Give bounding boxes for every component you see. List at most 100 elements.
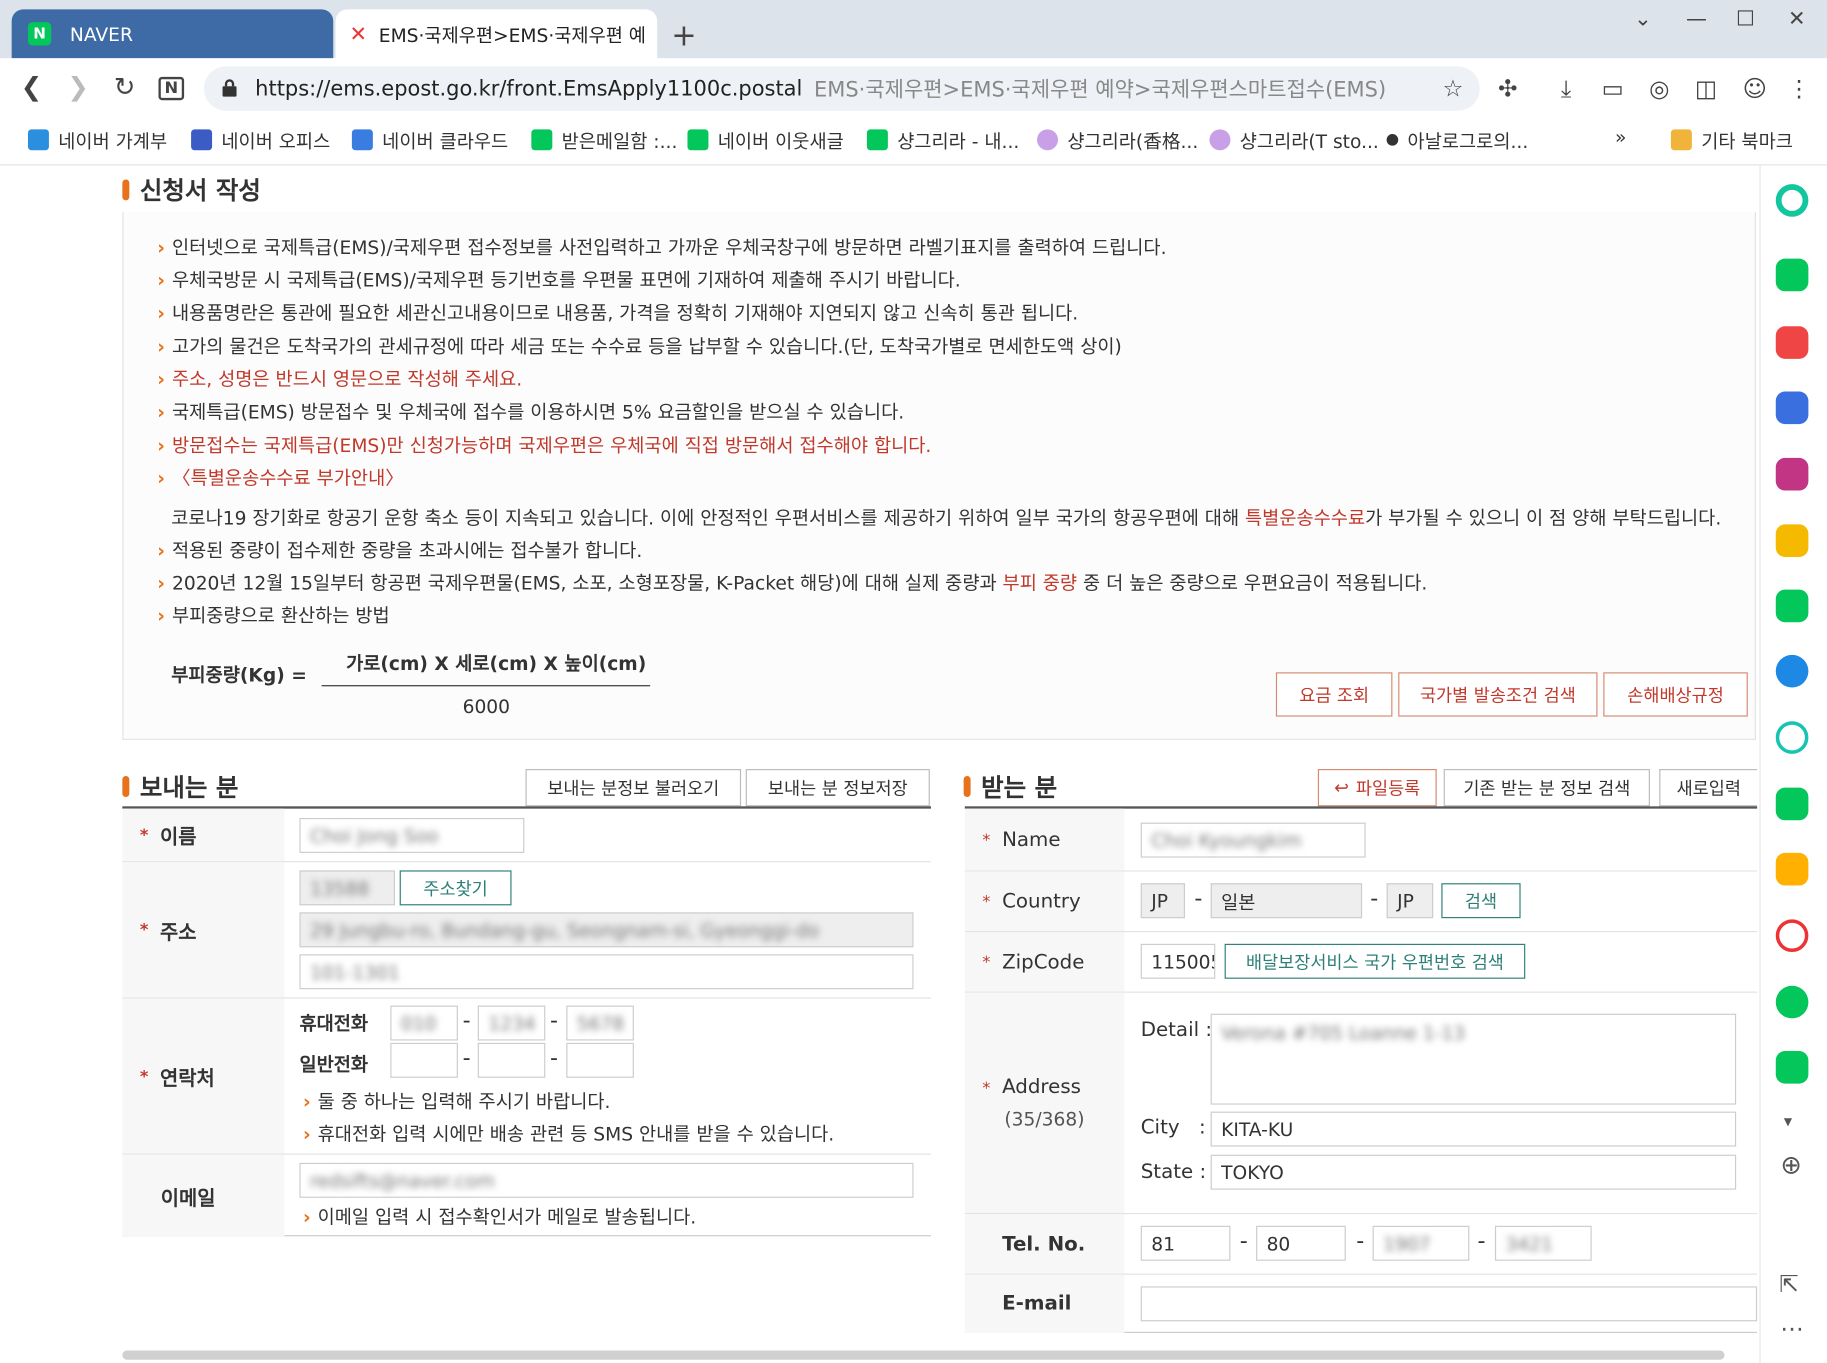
new-receiver-button[interactable]: 새로입력 — [1659, 769, 1758, 807]
mobile-part2-input[interactable]: 1234 — [477, 1005, 546, 1041]
mobile-part3-input[interactable]: 5678 — [566, 1005, 634, 1041]
address-search-button[interactable]: 주소찾기 — [399, 870, 512, 906]
extensions-icon[interactable]: ✣ — [1491, 72, 1524, 105]
load-sender-button[interactable]: 보내는 분정보 불러오기 — [525, 769, 742, 807]
phone-part3-input[interactable] — [566, 1042, 634, 1078]
sender-address1-input[interactable]: 29 Jungbu-ro, Bundang-gu, Seongnam-si, G… — [299, 912, 914, 948]
download-icon[interactable]: ⤓ — [1550, 72, 1583, 105]
formula-divider — [321, 685, 651, 687]
side-pocket-icon[interactable] — [1775, 326, 1809, 359]
side-map-icon[interactable] — [1775, 985, 1809, 1019]
side-more-icon[interactable]: ▾ — [1784, 1113, 1792, 1132]
receiver-address-row: * Address (35/368) Detail : Verona #705 L… — [964, 992, 1758, 1215]
bookmark-item[interactable]: 네이버 클라우드 — [351, 126, 508, 154]
country-conditions-button[interactable]: 국가별 발송조건 검색 — [1398, 672, 1598, 717]
side-papago-icon[interactable] — [1775, 654, 1809, 688]
receiver-name-row: * Name Choi Kyoungkim — [964, 808, 1758, 872]
bookmark-item[interactable]: 샹그리라(香格... — [1037, 126, 1198, 154]
sender-address2-input[interactable]: 101-1301 — [299, 954, 914, 990]
profile-avatar[interactable]: ☺ — [1738, 72, 1771, 105]
close-window-icon[interactable]: ✕ — [1773, 7, 1820, 31]
sender-contact-row: *연락처 휴대전화 010 - 1234 - 5678 일반전화 - - 둘 중… — [122, 998, 931, 1155]
phone-part1-input[interactable] — [390, 1042, 458, 1078]
city-input[interactable]: KITA-KU — [1210, 1111, 1737, 1147]
minimize-icon[interactable]: — — [1673, 7, 1720, 31]
more-bookmarks-icon[interactable]: » — [1615, 126, 1626, 148]
horizontal-scrollbar[interactable] — [122, 1350, 1725, 1360]
covid-notice: 코로나19 장기화로 항공기 운항 축소 등이 지속되고 있습니다. 이에 안정… — [171, 506, 1722, 530]
side-home-icon[interactable] — [1775, 184, 1809, 217]
detail-textarea[interactable]: Verona #705 Loanne 1-13 — [1210, 1013, 1737, 1105]
receiver-zip-input[interactable]: 115005 — [1140, 943, 1216, 979]
phone-part2-input[interactable] — [477, 1042, 546, 1078]
cloud-icon — [351, 129, 373, 151]
side-square-icon[interactable] — [1775, 589, 1809, 623]
sender-zip-input[interactable]: 13588 — [299, 870, 396, 906]
side-instagram-icon[interactable] — [1775, 457, 1809, 491]
sender-address-row: * 주소 13588 주소찾기 29 Jungbu-ro, Bundang-gu,… — [122, 862, 931, 999]
butterfly-icon — [1209, 129, 1231, 151]
country-name-input[interactable]: 일본 — [1210, 883, 1363, 919]
mobile-part1-input[interactable]: 010 — [390, 1005, 458, 1041]
sender-name-input[interactable]: Choi Jong Soo — [299, 817, 525, 853]
side-play-icon[interactable] — [1775, 721, 1809, 754]
sender-email-input[interactable]: redsifts@naver.com — [299, 1162, 914, 1198]
bookmark-item[interactable]: 네이버 오피스 — [191, 126, 330, 154]
bookmark-item[interactable]: 받은메일함 :... — [531, 126, 677, 154]
reload-icon[interactable]: ↻ — [107, 72, 142, 107]
address-bar[interactable]: https://ems.epost.go.kr/front.EmsApply11… — [203, 66, 1480, 111]
menu-icon[interactable]: ⋮ — [1783, 72, 1816, 105]
formula-numerator: 가로(cm) X 세로(cm) X 높이(cm) — [346, 652, 647, 675]
side-star-icon[interactable] — [1775, 524, 1809, 557]
receiver-name-input[interactable]: Choi Kyoungkim — [1140, 822, 1366, 858]
new-tab-button[interactable]: + — [669, 19, 699, 54]
zip-search-button[interactable]: 배달보장서비스 국가 우편번호 검색 — [1224, 943, 1526, 979]
blog-icon — [687, 129, 709, 151]
email-note: 이메일 입력 시 접수확인서가 메일로 발송됩니다. — [303, 1201, 697, 1229]
rate-lookup-button[interactable]: 요금 조회 — [1275, 672, 1393, 717]
side-cup-icon[interactable] — [1775, 787, 1809, 821]
tab-ems[interactable]: ✕ EMS·국제우편>EMS·국제우편 예 — [335, 9, 658, 59]
side-add-icon[interactable]: ⊕ — [1780, 1151, 1801, 1180]
receiver-email-input[interactable] — [1140, 1286, 1758, 1322]
bookmark-item[interactable]: 샹그리라(T sto... — [1209, 126, 1379, 154]
lock-icon[interactable] — [221, 78, 237, 97]
tab-naver[interactable]: N NAVER — [11, 9, 334, 59]
side-alarm-icon[interactable] — [1775, 258, 1809, 292]
save-sender-button[interactable]: 보내는 분 정보저장 — [745, 769, 930, 807]
bookmark-star-icon[interactable]: ☆ — [1437, 72, 1470, 105]
screenshot-icon[interactable]: ◎ — [1643, 72, 1676, 105]
blog-icon — [866, 129, 888, 151]
tel-part1-input[interactable]: 81 — [1140, 1225, 1231, 1261]
capture-icon[interactable]: ▭ — [1596, 72, 1629, 105]
sidebar-toggle-icon[interactable]: ◫ — [1690, 72, 1723, 105]
side-menu-icon[interactable]: ⋯ — [1780, 1314, 1803, 1342]
file-upload-button[interactable]: ↩ 파일등록 — [1317, 769, 1437, 807]
bookmark-item[interactable]: 네이버 가계부 — [27, 126, 167, 154]
back-icon[interactable]: ❮ — [14, 72, 49, 107]
naver-home-icon[interactable]: N — [154, 72, 189, 107]
state-input[interactable]: TOKYO — [1210, 1154, 1737, 1190]
butterfly-icon — [1037, 129, 1059, 151]
maximize-icon[interactable]: ☐ — [1722, 7, 1769, 31]
country-code-input[interactable]: JP — [1140, 883, 1186, 919]
tel-part2-input[interactable]: 80 — [1256, 1225, 1346, 1261]
tab-search-icon[interactable]: ⌄ — [1620, 7, 1667, 31]
country-code2-input[interactable]: JP — [1386, 883, 1434, 919]
side-blog-icon[interactable] — [1775, 1051, 1809, 1084]
damage-policy-button[interactable]: 손해배상규정 — [1603, 672, 1748, 717]
tel-part3-input[interactable]: 1907 — [1372, 1225, 1470, 1261]
tel-part4-input[interactable]: 3421 — [1494, 1225, 1592, 1261]
side-external-icon[interactable]: ⇱ — [1779, 1270, 1799, 1298]
field-label: * 주소 — [122, 862, 285, 998]
bookmark-item[interactable]: 아날로그로의... — [1386, 126, 1528, 154]
other-bookmarks[interactable]: 기타 북마크 — [1670, 126, 1793, 154]
side-wallet-icon[interactable] — [1775, 391, 1809, 425]
forward-icon[interactable]: ❯ — [61, 72, 96, 107]
existing-receiver-search-button[interactable]: 기존 받는 분 정보 검색 — [1443, 769, 1650, 807]
side-d-icon[interactable] — [1775, 852, 1809, 886]
side-cafe-icon[interactable] — [1775, 919, 1809, 952]
bookmark-item[interactable]: 샹그리라 - 내... — [866, 126, 1019, 154]
bookmark-item[interactable]: 네이버 이웃새글 — [687, 126, 844, 154]
country-search-button[interactable]: 검색 — [1441, 883, 1521, 919]
